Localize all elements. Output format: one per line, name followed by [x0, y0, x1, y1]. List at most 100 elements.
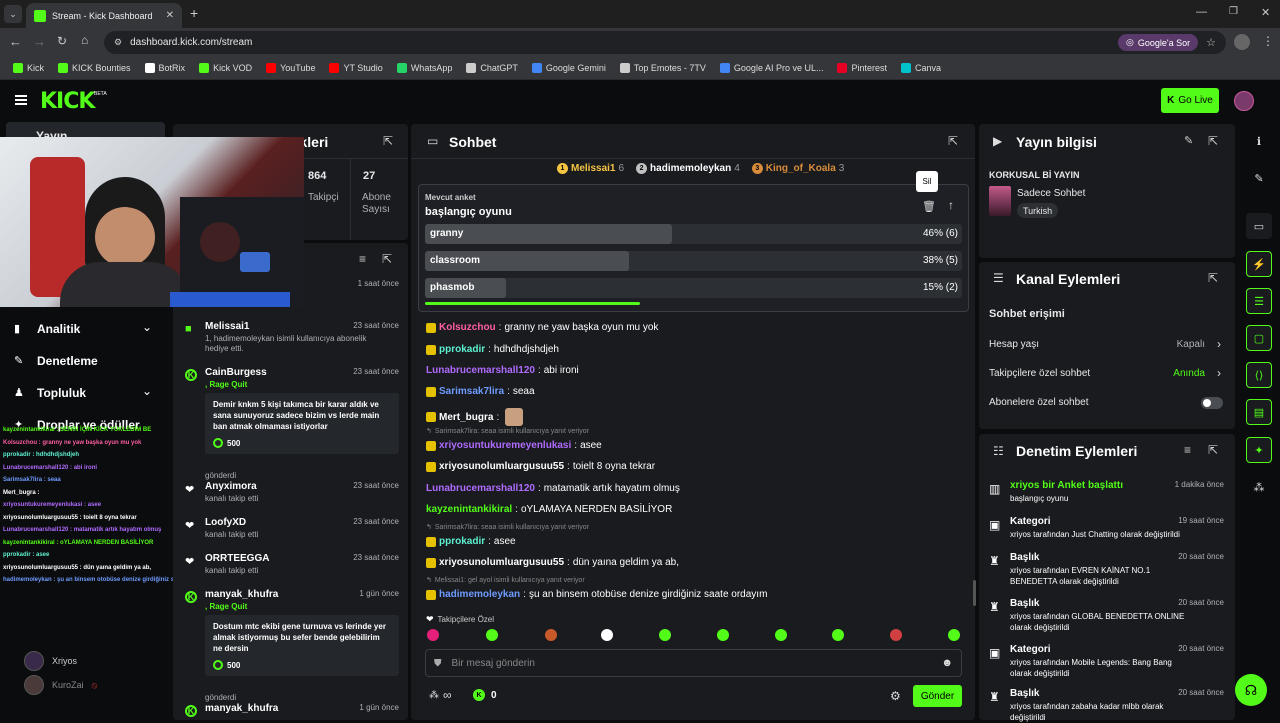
popout-icon[interactable]: ⇱: [1208, 271, 1218, 285]
channel-setting-row[interactable]: Takipçilere özel sohbet Anında ›: [989, 366, 1223, 382]
maximize-icon[interactable]: ❐: [1229, 6, 1238, 17]
emote-button[interactable]: [948, 629, 960, 641]
edit-pencil-icon[interactable]: ✎: [1184, 134, 1193, 147]
reload-icon[interactable]: ↻: [57, 34, 67, 48]
trash-icon[interactable]: 🗑: [922, 200, 936, 213]
profile-avatar[interactable]: [1234, 34, 1250, 50]
sub-badge-icon: [426, 440, 436, 451]
bookmark-item[interactable]: ChatGPT: [459, 56, 525, 80]
bookmark-item[interactable]: Google Gemini: [525, 56, 613, 80]
chat-input[interactable]: ⛊ Bir mesaj gönderin ☻: [425, 649, 962, 677]
browser-menu-icon[interactable]: ⋮: [1262, 34, 1274, 48]
panel-title: Denetim Eylemleri: [1016, 443, 1138, 459]
bookmark-item[interactable]: Canva: [894, 56, 948, 80]
channel-points[interactable]: ⁂ ∞: [429, 688, 452, 702]
layers-button[interactable]: ▤: [1246, 399, 1272, 425]
chat-username[interactable]: hadimemoleykan: [439, 589, 520, 600]
chat-bubble-button[interactable]: ▢: [1246, 325, 1272, 351]
url-field[interactable]: ⚙ dashboard.kick.com/stream ◎ Google'a S…: [104, 31, 1226, 54]
new-tab-icon[interactable]: +: [190, 5, 198, 21]
display-button[interactable]: ▭: [1246, 213, 1272, 239]
leaderboard-entry[interactable]: 1 Melissai1 6: [557, 163, 624, 174]
bookmark-item[interactable]: YouTube: [259, 56, 322, 80]
channel-setting-row[interactable]: Abonelere özel sohbet: [989, 395, 1223, 411]
chat-username[interactable]: xriyosunolumluargusuu55: [439, 461, 564, 472]
emote-button[interactable]: [486, 629, 498, 641]
bookmark-item[interactable]: YT Studio: [322, 56, 389, 80]
hamburger-menu-icon[interactable]: [15, 95, 27, 105]
panel-title: Sohbet: [449, 134, 497, 150]
support-chat-button[interactable]: ☊: [1235, 674, 1267, 706]
go-live-button[interactable]: K Go Live: [1161, 88, 1219, 113]
emoji-icon[interactable]: ☻: [941, 657, 953, 669]
popout-icon[interactable]: ⇱: [948, 134, 958, 148]
user-avatar[interactable]: [1234, 91, 1254, 111]
channel-setting-row[interactable]: Hesap yaşı Kapalı ›: [989, 337, 1223, 353]
chat-username[interactable]: xriyosunolumluargusuu55: [439, 557, 564, 568]
url-text: dashboard.kick.com/stream: [130, 37, 253, 48]
emote-button[interactable]: [601, 629, 613, 641]
site-info-icon[interactable]: ⚙: [114, 37, 122, 48]
emote-button[interactable]: [717, 629, 729, 641]
tool-button[interactable]: ✦: [1246, 437, 1272, 463]
close-tab-icon[interactable]: ✕: [166, 10, 174, 21]
chat-settings-gear-icon[interactable]: ⚙: [890, 689, 901, 703]
chat-username[interactable]: pprokadir: [439, 344, 485, 355]
list-button[interactable]: ☰: [1246, 288, 1272, 314]
emote-button[interactable]: [659, 629, 671, 641]
sidebar-item-analitik[interactable]: ▮ Analitik ⌄: [14, 320, 164, 340]
bookmark-item[interactable]: Google AI Pro ve UL...: [713, 56, 831, 80]
forward-icon[interactable]: →: [33, 34, 46, 49]
window-close-icon[interactable]: ✕: [1261, 6, 1270, 19]
emote-button[interactable]: [832, 629, 844, 641]
lightning-button[interactable]: ⚡: [1246, 251, 1272, 277]
account-kurozai[interactable]: KuroZai ⦸: [24, 675, 97, 695]
emote-button[interactable]: [427, 629, 439, 641]
home-icon[interactable]: ⌂: [81, 33, 88, 47]
popout-icon[interactable]: ⇱: [382, 252, 392, 266]
leaderboard-entry[interactable]: 2 hadimemoleykan 4: [636, 163, 740, 174]
account-xriyos[interactable]: Xriyos: [24, 651, 77, 671]
toggle-switch[interactable]: [1201, 397, 1223, 409]
collapse-up-icon[interactable]: ↑: [948, 198, 954, 212]
chat-username[interactable]: Mert_bugra: [439, 412, 493, 423]
chat-scrollbar[interactable]: [973, 580, 976, 606]
bookmark-item[interactable]: Kick: [6, 56, 51, 80]
bookmark-item[interactable]: BotRix: [138, 56, 193, 80]
bookmark-item[interactable]: WhatsApp: [390, 56, 460, 80]
popout-icon[interactable]: ⇱: [1208, 134, 1218, 148]
back-icon[interactable]: ←: [9, 34, 22, 49]
pencil-button[interactable]: ✎: [1246, 165, 1272, 191]
chat-username[interactable]: Sarimsak7lira: [439, 386, 504, 397]
bookmark-item[interactable]: Kick VOD: [192, 56, 259, 80]
minimize-icon[interactable]: —: [1196, 6, 1207, 18]
popout-icon[interactable]: ⇱: [1208, 443, 1218, 457]
sidebar-item-denetleme[interactable]: ✎ Denetleme: [14, 352, 164, 372]
bookmark-star-icon[interactable]: ☆: [1206, 36, 1216, 49]
chat-username[interactable]: pprokadir: [439, 536, 485, 547]
popout-icon[interactable]: ⇱: [383, 134, 393, 148]
bookmark-item[interactable]: KICK Bounties: [51, 56, 138, 80]
browser-tab[interactable]: Stream - Kick Dashboard ✕: [26, 3, 182, 28]
filter-icon[interactable]: ≡: [1184, 443, 1191, 457]
leaderboard-entry[interactable]: 3 King_of_Koala 3: [751, 163, 844, 174]
broadcast-button[interactable]: ⟨⟩: [1246, 362, 1272, 388]
chat-username[interactable]: Lunabrucemarshall120: [426, 365, 535, 376]
chat-username[interactable]: Kolsuzchou: [439, 322, 496, 333]
chat-username[interactable]: kayzenintankikiral: [426, 504, 512, 515]
bookmark-item[interactable]: Top Emotes - 7TV: [613, 56, 713, 80]
emote-button[interactable]: [890, 629, 902, 641]
bookmark-item[interactable]: Pinterest: [830, 56, 894, 80]
send-button[interactable]: Gönder: [913, 685, 962, 707]
filter-icon[interactable]: ≡: [359, 252, 366, 266]
emote-button[interactable]: [545, 629, 557, 641]
google-ask-button[interactable]: ◎ Google'a Sor: [1118, 34, 1199, 51]
predictions-button[interactable]: ⁂: [1246, 474, 1272, 500]
info-button[interactable]: ℹ: [1246, 128, 1272, 154]
kick-logo[interactable]: KICK: [40, 89, 95, 114]
tab-list-button[interactable]: ⌄: [4, 5, 22, 23]
sidebar-item-topluluk[interactable]: ♟ Topluluk ⌄: [14, 384, 164, 404]
chat-username[interactable]: xriyosuntukuremeyenlukasi: [439, 440, 571, 451]
emote-button[interactable]: [775, 629, 787, 641]
chat-username[interactable]: Lunabrucemarshall120: [426, 483, 535, 494]
